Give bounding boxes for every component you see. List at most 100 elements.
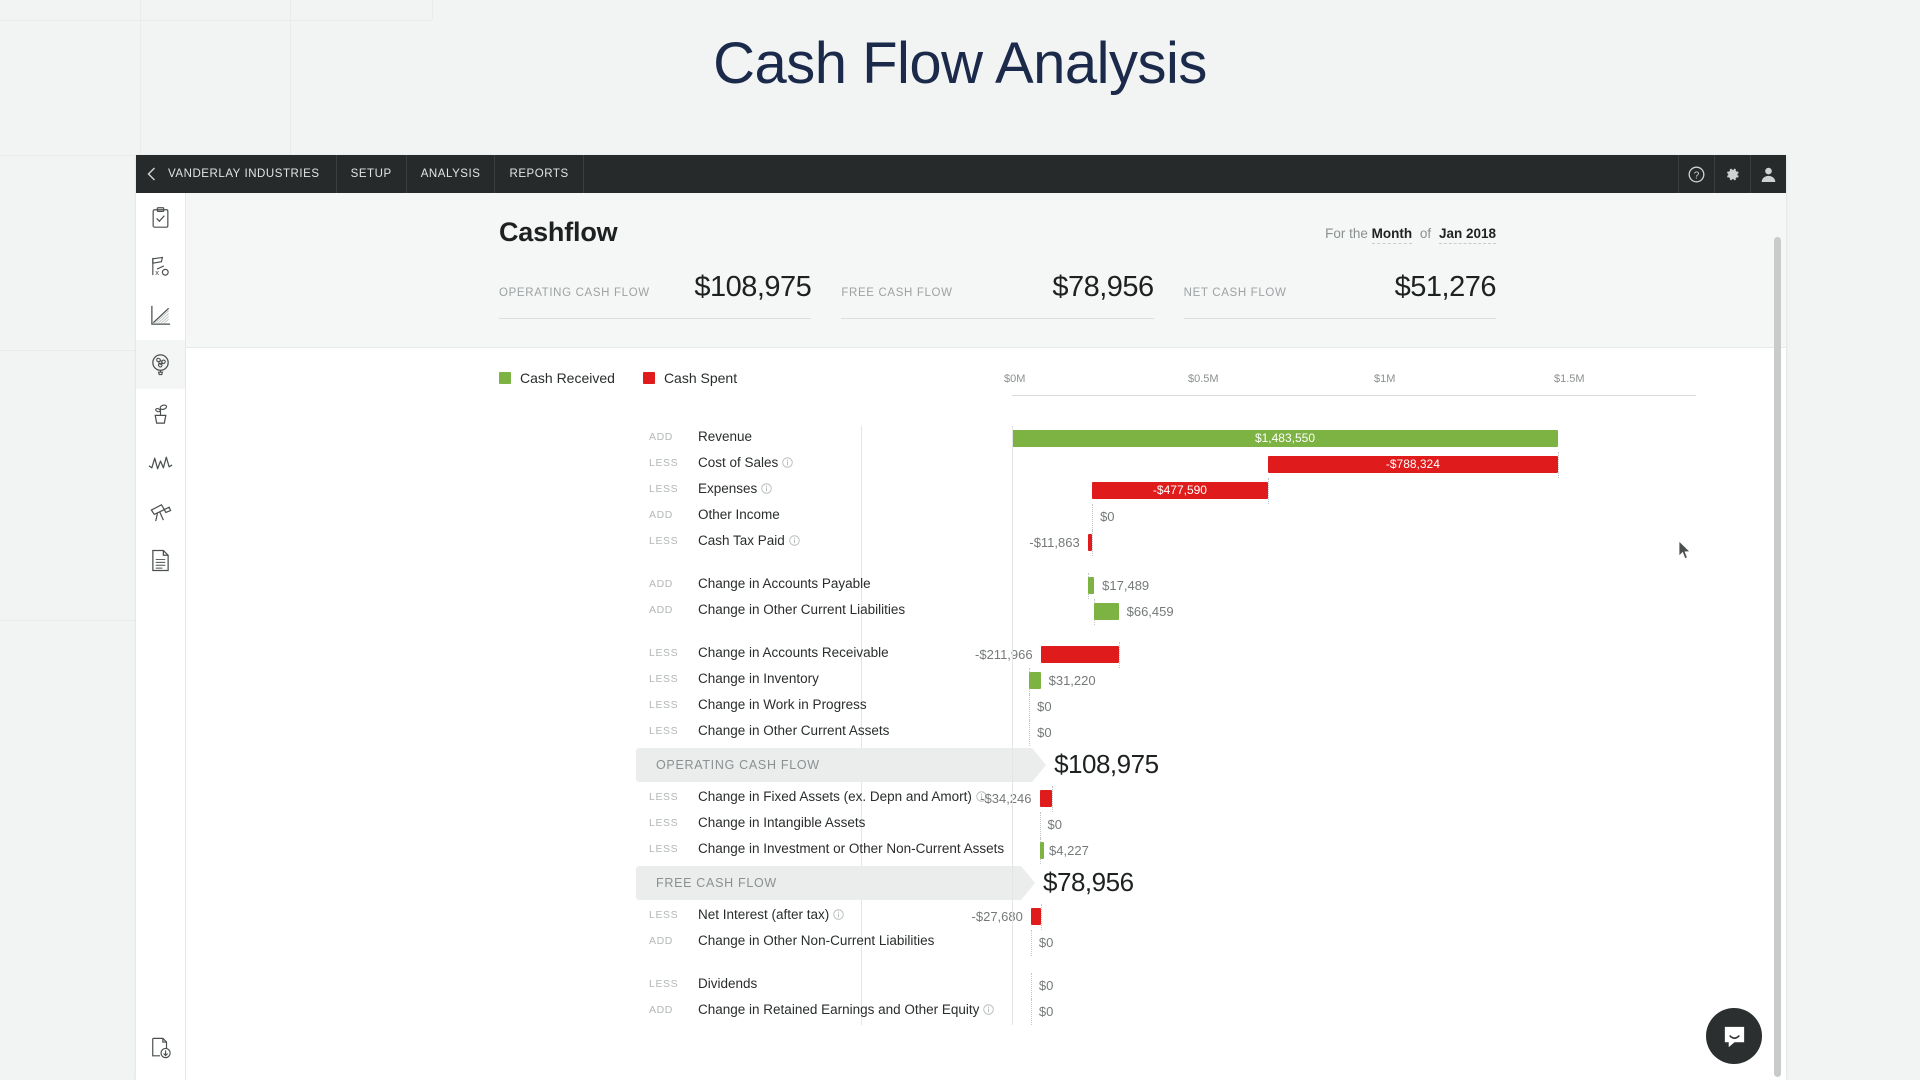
waterfall-bar[interactable] — [1040, 646, 1119, 663]
bar-value-label: $17,489 — [1102, 578, 1150, 593]
waterfall-bar[interactable] — [1029, 672, 1041, 689]
bar-value-label: -$11,863 — [1029, 535, 1080, 550]
info-icon[interactable] — [789, 534, 800, 549]
period-unit-selector[interactable]: Month — [1371, 226, 1413, 244]
period-value-selector[interactable]: Jan 2018 — [1438, 226, 1496, 244]
row-spacer — [186, 556, 1786, 573]
waterfall-bar[interactable] — [1087, 534, 1093, 551]
row-label: Change in Other Current Assets — [698, 723, 890, 738]
table-row[interactable]: LESS Change in Investment or Other Non-Cu… — [186, 838, 1786, 864]
table-row[interactable]: ADD Other Income $0 — [186, 504, 1786, 530]
chart-rows: ADD Revenue $1,483,550 LESS Cost of Sales -$7… — [186, 426, 1786, 1025]
table-row[interactable]: ADD Revenue $1,483,550 — [186, 426, 1786, 452]
row-label: Change in Other Current Liabilities — [698, 602, 906, 617]
report-period: For the Month of Jan 2018 — [1325, 226, 1496, 244]
bar-value-label: $0 — [1038, 935, 1054, 950]
plant-icon — [149, 402, 172, 425]
chevron-left-icon[interactable] — [136, 155, 166, 193]
waterfall-connector — [1092, 530, 1094, 556]
telescope-icon — [149, 500, 172, 523]
app-window: VANDERLAY INDUSTRIES SETUP ANALYSIS REPO… — [136, 155, 1786, 1080]
sidebar-item-telescope[interactable] — [136, 487, 185, 536]
table-row[interactable]: LESS Change in Work in Progress $0 — [186, 694, 1786, 720]
waterfall-connector — [1041, 904, 1043, 930]
sidebar-item-fan[interactable] — [136, 340, 185, 389]
kpi-label: NET CASH FLOW — [1183, 287, 1287, 299]
waterfall-connector — [1030, 930, 1032, 956]
row-label: Change in Work in Progress — [698, 697, 867, 712]
document-download-icon — [150, 1037, 172, 1059]
waterfall-connector — [1267, 478, 1269, 504]
intercom-chat-button[interactable] — [1706, 1008, 1762, 1064]
nav-item-setup[interactable]: SETUP — [337, 155, 407, 193]
svg-text:?: ? — [1694, 170, 1700, 181]
subtotal-row: OPERATING CASH FLOW $108,975 — [186, 746, 1786, 786]
nav-item-reports[interactable]: REPORTS — [495, 155, 584, 193]
user-icon[interactable] — [1750, 155, 1786, 193]
mouse-cursor — [1678, 540, 1692, 565]
kpi-label: OPERATING CASH FLOW — [499, 287, 650, 299]
axis-tick-1: $0.5M — [1188, 373, 1219, 385]
kpi-row: OPERATING CASH FLOW $108,975 FREE CASH F… — [499, 271, 1496, 319]
table-row[interactable]: LESS Change in Other Current Assets $0 — [186, 720, 1786, 746]
table-row[interactable]: ADD Change in Accounts Payable $17,489 — [186, 573, 1786, 599]
waterfall-bar[interactable] — [1039, 790, 1053, 807]
sidebar-item-chart[interactable] — [136, 291, 185, 340]
waterfall-bar[interactable] — [1030, 908, 1042, 925]
nav-item-analysis[interactable]: ANALYSIS — [407, 155, 496, 193]
subtotal-label: OPERATING CASH FLOW — [656, 758, 820, 772]
info-icon[interactable] — [782, 456, 794, 471]
kpi-label: FREE CASH FLOW — [841, 287, 953, 299]
bar-value-label: $1,483,550 — [1254, 431, 1315, 445]
sidebar-item-clipboard-check[interactable] — [136, 193, 185, 242]
table-row[interactable]: ADD Change in Other Non-Current Liabiliti… — [186, 930, 1786, 956]
help-icon[interactable]: ? — [1678, 155, 1714, 193]
table-row[interactable]: LESS Cash Tax Paid -$11,863 — [186, 530, 1786, 556]
waterfall-connector — [1029, 694, 1031, 720]
cashflow-waterfall-chart: Cash Received Cash Spent $0M $0.5M $1M $… — [186, 348, 1786, 1025]
waterfall-connector — [1030, 999, 1032, 1025]
table-row[interactable]: LESS Change in Inventory $31,220 — [186, 668, 1786, 694]
bar-value-label: $0 — [1100, 509, 1115, 524]
waterfall-connector — [1092, 504, 1094, 530]
gear-icon[interactable] — [1714, 155, 1750, 193]
row-label: Expenses — [698, 481, 773, 497]
sidebar-item-plant[interactable] — [136, 389, 185, 438]
info-icon[interactable] — [983, 1003, 995, 1018]
info-icon[interactable] — [761, 482, 773, 497]
table-row[interactable]: ADD Change in Retained Earnings and Other… — [186, 999, 1786, 1025]
row-spacer — [186, 625, 1786, 642]
vertical-scrollbar[interactable] — [1774, 237, 1781, 1077]
waterfall-bar[interactable] — [1039, 842, 1044, 859]
table-row[interactable]: LESS Net Interest (after tax) -$27,680 — [186, 904, 1786, 930]
sidebar-item-document[interactable] — [136, 536, 185, 585]
document-icon — [150, 549, 171, 572]
table-row[interactable]: LESS Change in Intangible Assets $0 — [186, 812, 1786, 838]
fan-icon — [149, 353, 172, 376]
table-row[interactable]: LESS Expenses -$477,590 — [186, 478, 1786, 504]
bar-value-label: $0 — [1037, 699, 1052, 714]
waterfall-bar[interactable] — [1087, 577, 1095, 594]
table-row[interactable]: LESS Change in Fixed Assets (ex. Depn and… — [186, 786, 1786, 812]
bar-value-label: $0 — [1038, 978, 1054, 993]
table-row[interactable]: ADD Change in Other Current Liabilities $6… — [186, 599, 1786, 625]
subtotal-value: $108,975 — [1054, 749, 1159, 779]
brand-label[interactable]: VANDERLAY INDUSTRIES — [166, 155, 337, 193]
sidebar-item-pulse[interactable] — [136, 438, 185, 487]
table-row[interactable]: LESS Cost of Sales -$788,324 — [186, 452, 1786, 478]
sidebar-item-document-download[interactable] — [136, 1023, 186, 1072]
axis-tick-0: $0M — [1004, 373, 1026, 385]
bar-value-label: $66,459 — [1126, 604, 1174, 619]
table-row[interactable]: LESS Change in Accounts Receivable -$211,9… — [186, 642, 1786, 668]
bar-value-label: -$27,680 — [971, 909, 1023, 924]
row-label: Revenue — [698, 429, 753, 444]
top-navigation-bar: VANDERLAY INDUSTRIES SETUP ANALYSIS REPO… — [136, 155, 1786, 193]
waterfall-bar[interactable] — [1094, 603, 1119, 620]
info-icon[interactable] — [833, 908, 845, 923]
kpi-value: $108,975 — [694, 271, 812, 303]
subtotal-value: $78,956 — [1043, 867, 1134, 897]
sidebar-item-scorecard[interactable]: x — [136, 242, 185, 291]
table-row[interactable]: LESS Dividends $0 — [186, 973, 1786, 999]
bar-value-label: -$788,324 — [1385, 457, 1440, 471]
